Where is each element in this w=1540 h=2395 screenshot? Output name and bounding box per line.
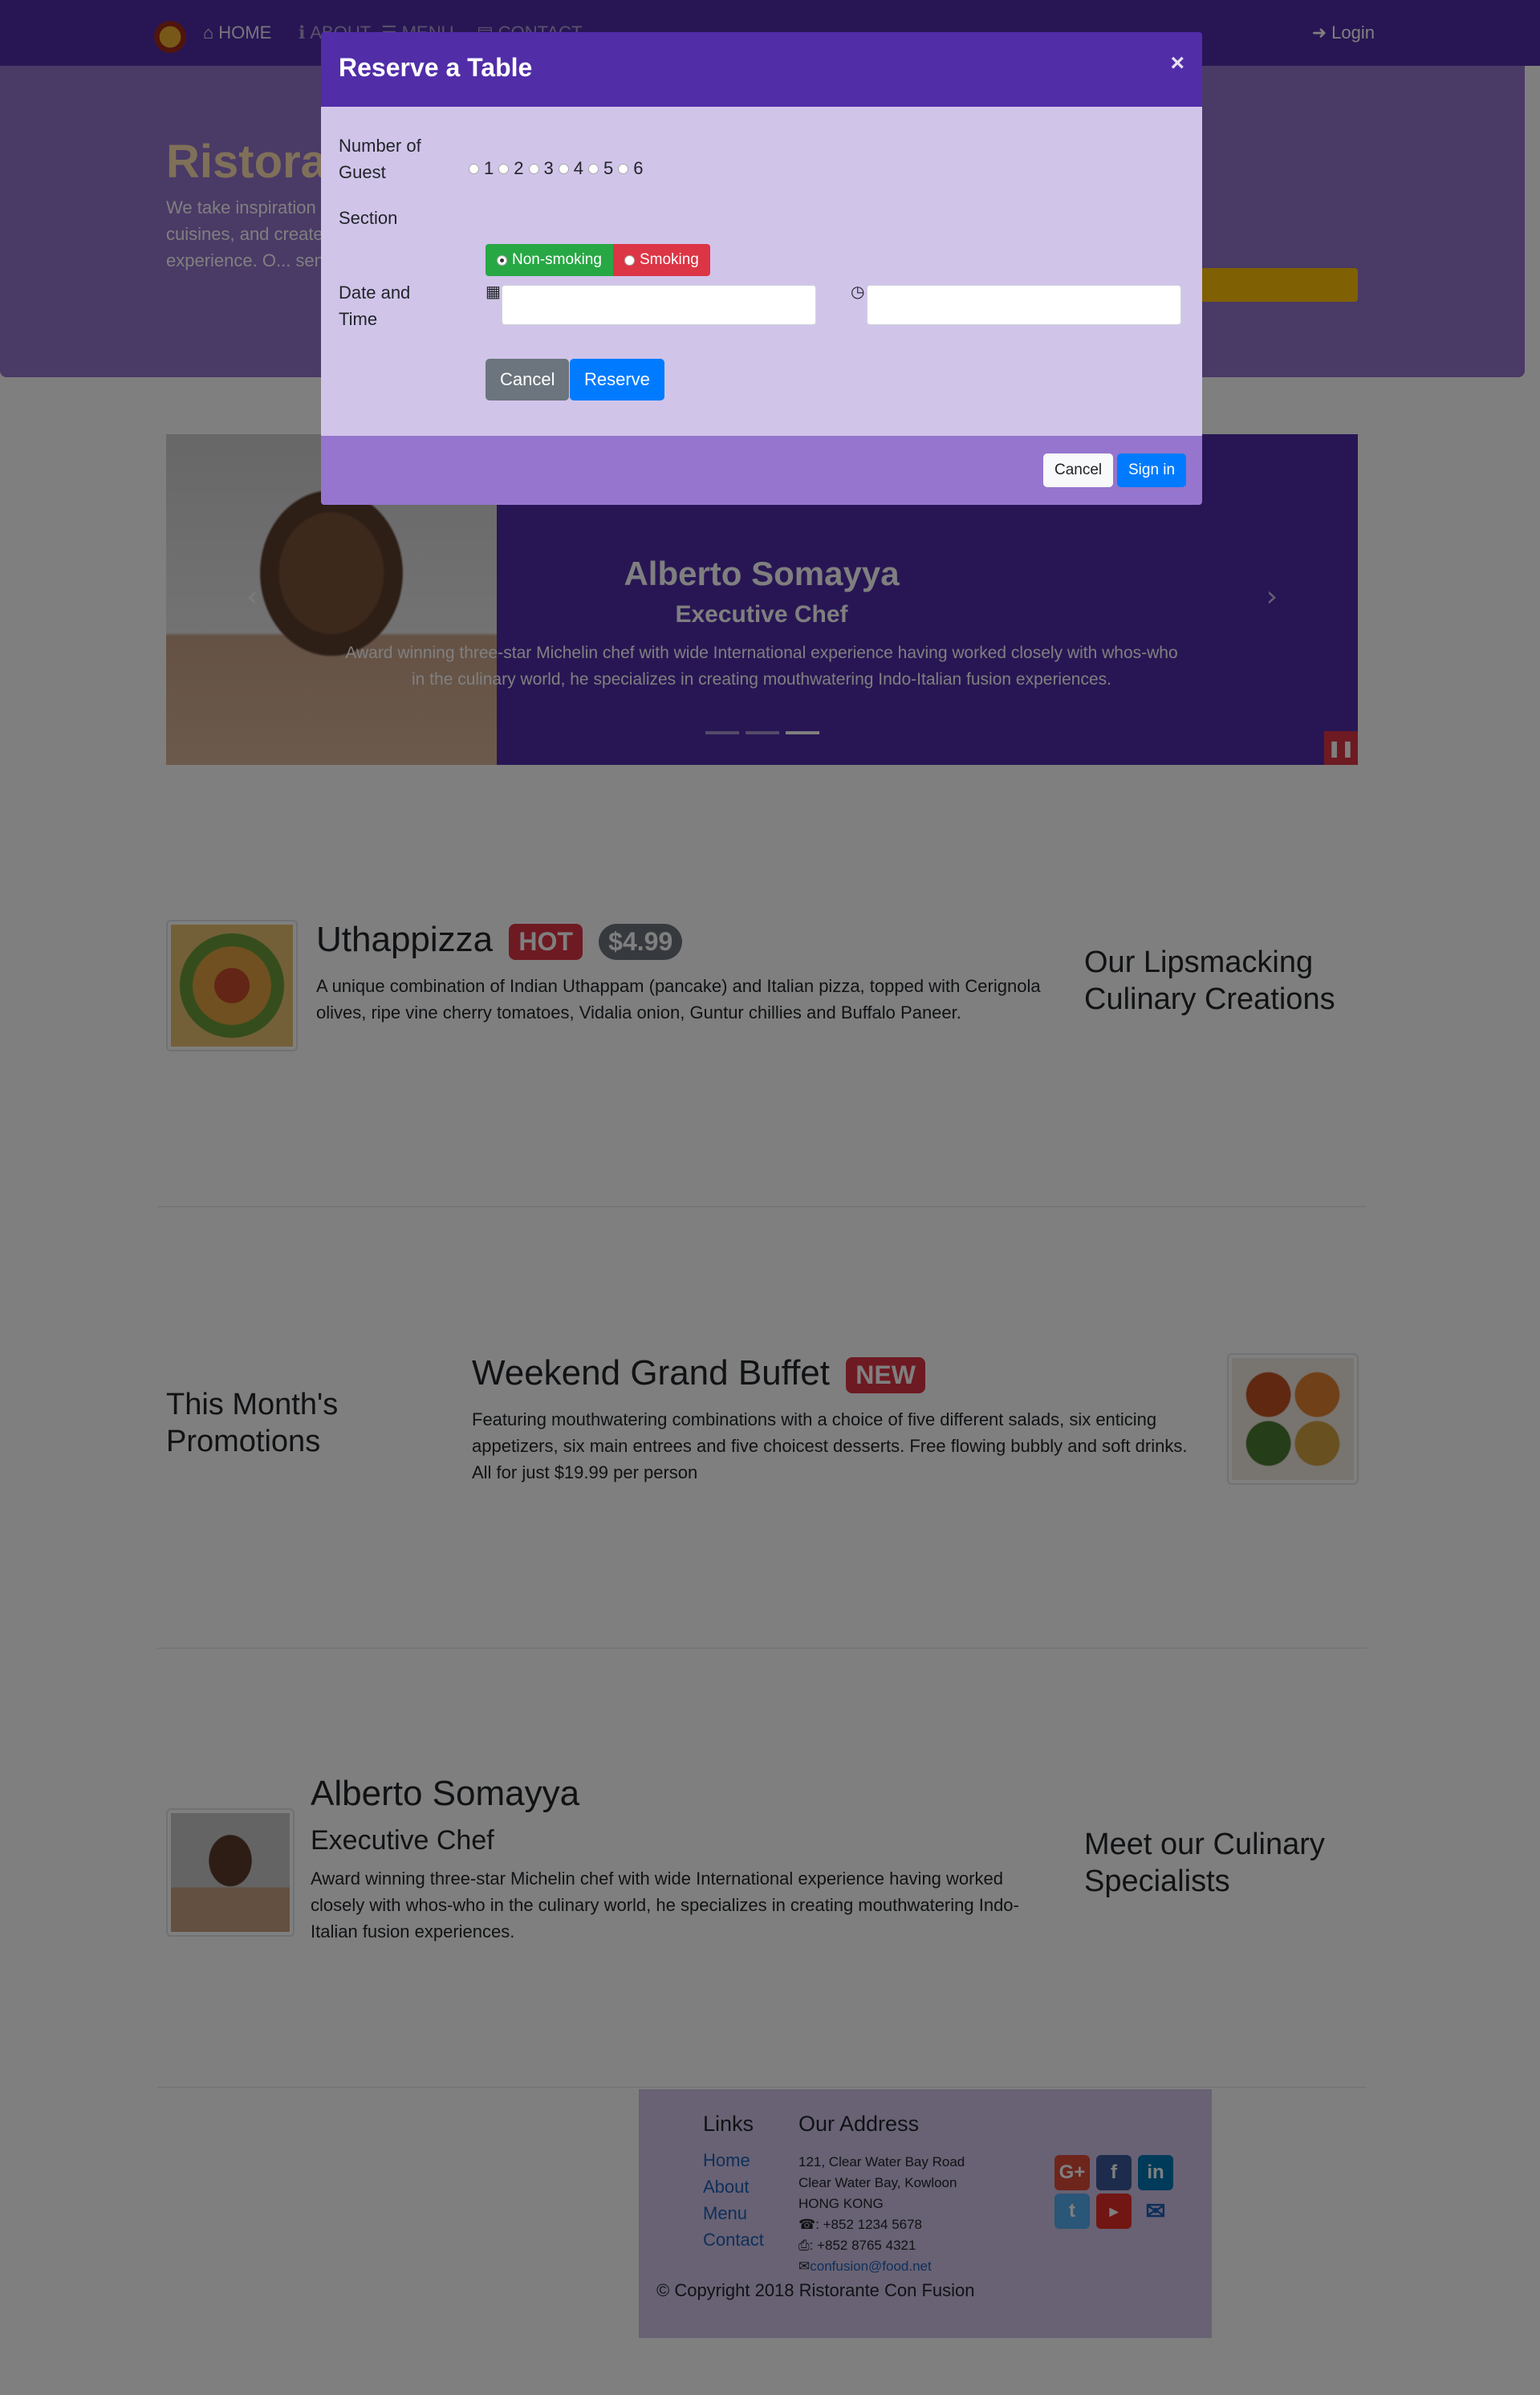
- time-input[interactable]: [867, 285, 1181, 325]
- modal-title: Reserve a Table: [339, 53, 533, 82]
- smoking-option[interactable]: Smoking: [612, 244, 710, 276]
- guest-radio[interactable]: [618, 163, 629, 174]
- modal-body: Number of Guest 1 2 3 4 5 6 Section Non-…: [321, 107, 1202, 436]
- modal-header: Reserve a Table ×: [321, 32, 1202, 107]
- guests-radio-group: 1 2 3 4 5 6: [469, 158, 648, 179]
- date-input[interactable]: [502, 285, 816, 325]
- sign-in-button[interactable]: Sign in: [1117, 453, 1187, 487]
- guests-label: Number of Guest: [339, 136, 421, 182]
- reserve-button[interactable]: Reserve: [570, 359, 664, 401]
- guest-radio[interactable]: [558, 163, 569, 174]
- radio-checked: [497, 254, 507, 266]
- guest-radio[interactable]: [528, 163, 539, 174]
- guest-radio[interactable]: [498, 163, 510, 174]
- modal-footer: Cancel Sign in: [321, 436, 1202, 505]
- radio-unchecked: [624, 254, 635, 266]
- clock-icon: ◷: [851, 283, 865, 301]
- datetime-label: Date and Time: [339, 283, 411, 329]
- guest-radio[interactable]: [588, 163, 599, 174]
- section-toggle: Non-smoking Smoking: [486, 244, 710, 276]
- section-label: Section: [339, 208, 398, 228]
- non-smoking-option[interactable]: Non-smoking: [486, 244, 613, 276]
- cancel-button[interactable]: Cancel: [486, 359, 570, 401]
- modal-close-button[interactable]: ×: [1170, 50, 1184, 77]
- footer-cancel-button[interactable]: Cancel: [1043, 453, 1114, 487]
- guest-radio[interactable]: [469, 163, 479, 174]
- calendar-icon: ▦: [486, 283, 501, 301]
- page: ⌂ HOME ℹ ABOUT ☰ MENU ▤ CONTACT ➜ Login …: [0, 0, 1540, 2395]
- reserve-modal: Reserve a Table × Number of Guest 1 2 3 …: [321, 32, 1202, 505]
